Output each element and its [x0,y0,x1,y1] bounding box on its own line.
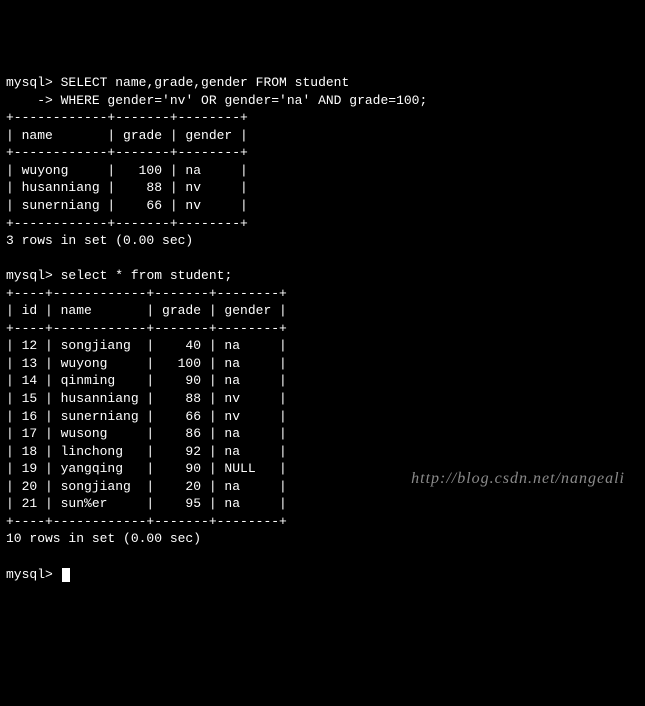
table-border: +----+------------+-------+--------+ [6,514,287,529]
table-border: +----+------------+-------+--------+ [6,286,287,301]
table-row: | 12 | songjiang | 40 | na | [6,338,287,353]
watermark-text: http://blog.csdn.net/nangeali [411,468,625,490]
sql-query-line: WHERE gender='nv' OR gender='na' AND gra… [61,93,428,108]
table-row: | 13 | wuyong | 100 | na | [6,356,287,371]
table-row: | 18 | linchong | 92 | na | [6,444,287,459]
table-row: | 20 | songjiang | 20 | na | [6,479,287,494]
sql-query-line: select * from student; [61,268,233,283]
table-row: | 19 | yangqing | 90 | NULL | [6,461,287,476]
table-row: | 17 | wusong | 86 | na | [6,426,287,441]
table-row: | 16 | sunerniang | 66 | nv | [6,409,287,424]
status-line: 3 rows in set (0.00 sec) [6,233,193,248]
table-row: | sunerniang | 66 | nv | [6,198,248,213]
table-border: +------------+-------+--------+ [6,145,248,160]
mysql-continuation-prompt: -> [6,93,53,108]
cursor-icon [62,568,70,582]
status-line: 10 rows in set (0.00 sec) [6,531,201,546]
mysql-prompt: mysql> [6,75,53,90]
sql-query-line: SELECT name,grade,gender FROM student [61,75,350,90]
table-row: | husanniang | 88 | nv | [6,180,248,195]
table-border: +------------+-------+--------+ [6,216,248,231]
table-header: | id | name | grade | gender | [6,303,287,318]
mysql-prompt: mysql> [6,268,53,283]
table-row: | wuyong | 100 | na | [6,163,248,178]
mysql-prompt[interactable]: mysql> [6,567,53,582]
table-row: | 14 | qinming | 90 | na | [6,373,287,388]
terminal-output: mysql> SELECT name,grade,gender FROM stu… [6,74,639,583]
table-row: | 15 | husanniang | 88 | nv | [6,391,287,406]
table-header: | name | grade | gender | [6,128,248,143]
table-border: +------------+-------+--------+ [6,110,248,125]
table-border: +----+------------+-------+--------+ [6,321,287,336]
table-row: | 21 | sun%er | 95 | na | [6,496,287,511]
